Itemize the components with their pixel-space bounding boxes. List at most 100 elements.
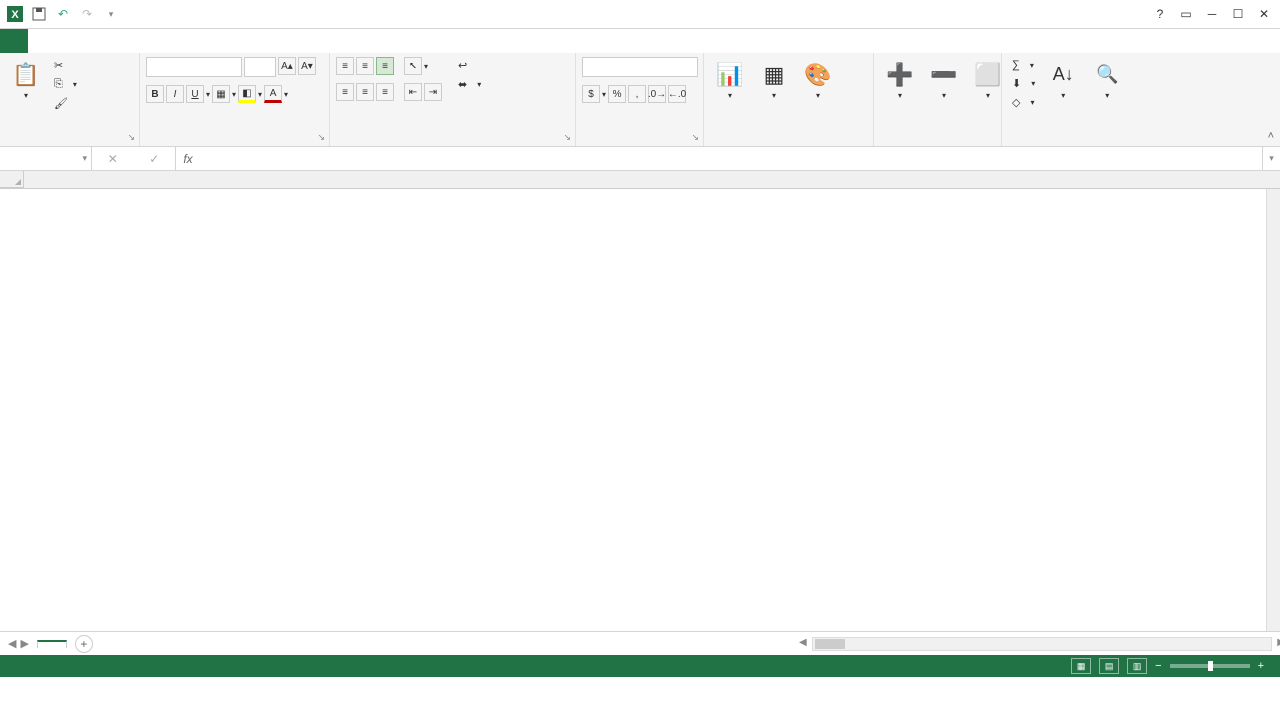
increase-font-icon[interactable]: A▴ [278, 57, 296, 75]
align-top-icon[interactable]: ≡ [336, 57, 354, 75]
find-select-button[interactable]: 🔍▾ [1087, 57, 1127, 103]
fill-color-button[interactable]: ◧ [238, 85, 256, 103]
italic-button[interactable]: I [166, 85, 184, 103]
sign-in-link[interactable] [1256, 29, 1280, 53]
align-bottom-icon[interactable]: ≡ [376, 57, 394, 75]
number-launcher-icon[interactable]: ↘ [691, 132, 699, 143]
autosum-button[interactable]: ∑▾ [1008, 57, 1039, 73]
enter-formula-icon: ✓ [149, 152, 159, 166]
sheet-tabs-bar: ◀ ▶ + ◀ ▶ [0, 631, 1280, 655]
align-left-icon[interactable]: ≡ [336, 83, 354, 101]
cells-group: ➕▾ ➖▾ ⬜▾ [874, 53, 1002, 146]
name-box[interactable]: ▾ [0, 147, 92, 170]
undo-icon[interactable]: ↶ [52, 3, 74, 25]
horizontal-scrollbar[interactable]: ◀ ▶ [812, 637, 1272, 651]
tab-scroll-left-icon[interactable]: ◀ [8, 637, 16, 650]
alignment-launcher-icon[interactable]: ↘ [563, 132, 571, 143]
font-size-select[interactable] [244, 57, 276, 77]
comma-icon[interactable]: , [628, 85, 646, 103]
accounting-icon[interactable]: $ [582, 85, 600, 103]
eraser-icon: ◇ [1012, 96, 1020, 109]
ribbon: 📋▾ ✂ ⎘▾ 🖌 ↘ A▴ A▾ B I U ▾ ▦ ▾ [0, 53, 1280, 147]
number-group: $ ▾ % , .0→ ←.0 ↘ [576, 53, 704, 146]
vertical-scrollbar[interactable] [1266, 189, 1280, 631]
format-painter-button[interactable]: 🖌 [50, 95, 81, 112]
sigma-icon: ∑ [1012, 59, 1020, 71]
status-bar: ▦ ▤ ▥ − + [0, 655, 1280, 677]
align-center-icon[interactable]: ≡ [356, 83, 374, 101]
normal-view-icon[interactable]: ▦ [1071, 658, 1091, 674]
maximize-icon[interactable]: ☐ [1226, 4, 1250, 24]
sort-filter-button[interactable]: A↓▾ [1043, 57, 1083, 103]
decrease-decimal-icon[interactable]: ←.0 [668, 85, 686, 103]
merge-icon: ⬌ [458, 78, 467, 91]
redo-icon[interactable]: ↷ [76, 3, 98, 25]
font-launcher-icon[interactable]: ↘ [317, 132, 325, 143]
sheet-tab[interactable] [37, 640, 67, 648]
insert-cells-button[interactable]: ➕▾ [880, 57, 920, 103]
conditional-formatting-button[interactable]: 📊▾ [710, 57, 750, 103]
align-right-icon[interactable]: ≡ [376, 83, 394, 101]
styles-group: 📊▾ ▦▾ 🎨▾ [704, 53, 874, 146]
page-break-view-icon[interactable]: ▥ [1127, 658, 1147, 674]
clipboard-launcher-icon[interactable]: ↘ [127, 132, 135, 143]
increase-indent-icon[interactable]: ⇥ [424, 83, 442, 101]
minimize-icon[interactable]: ─ [1200, 4, 1224, 24]
tab-scroll-right-icon[interactable]: ▶ [20, 637, 28, 650]
scissors-icon: ✂ [54, 59, 63, 72]
page-layout-view-icon[interactable]: ▤ [1099, 658, 1119, 674]
formula-input[interactable] [200, 147, 1262, 170]
spreadsheet-grid [0, 171, 1280, 631]
delete-cells-button[interactable]: ➖▾ [924, 57, 964, 103]
align-middle-icon[interactable]: ≡ [356, 57, 374, 75]
fx-icon[interactable]: fx [176, 147, 200, 170]
brush-icon: 🖌 [54, 97, 68, 110]
fill-button[interactable]: ⬇▾ [1008, 75, 1039, 92]
font-name-select[interactable] [146, 57, 242, 77]
ribbon-tabs [0, 29, 1280, 53]
zoom-in-icon[interactable]: + [1258, 660, 1264, 672]
wrap-text-button[interactable]: ↩ [454, 57, 485, 74]
ribbon-options-icon[interactable]: ▭ [1174, 4, 1198, 24]
cut-button[interactable]: ✂ [50, 57, 81, 74]
bold-button[interactable]: B [146, 85, 164, 103]
decrease-font-icon[interactable]: A▾ [298, 57, 316, 75]
file-tab[interactable] [0, 29, 28, 53]
decrease-indent-icon[interactable]: ⇤ [404, 83, 422, 101]
orientation-icon[interactable]: ⭦ [404, 57, 422, 75]
expand-formula-bar-icon[interactable]: ▾ [1262, 147, 1280, 170]
fill-icon: ⬇ [1012, 77, 1021, 90]
font-color-button[interactable]: A [264, 85, 282, 103]
cell-styles-button[interactable]: 🎨▾ [798, 57, 838, 103]
collapse-ribbon-icon[interactable]: ˄ [1268, 130, 1274, 142]
paste-button[interactable]: 📋▾ [6, 57, 46, 103]
increase-decimal-icon[interactable]: .0→ [648, 85, 666, 103]
cancel-formula-icon: ✕ [108, 152, 118, 166]
merge-center-button[interactable]: ⬌▾ [454, 76, 485, 93]
copy-button[interactable]: ⎘▾ [50, 76, 81, 93]
add-sheet-button[interactable]: + [75, 635, 93, 653]
editing-group: ∑▾ ⬇▾ ◇▾ A↓▾ 🔍▾ [1002, 53, 1194, 146]
percent-icon[interactable]: % [608, 85, 626, 103]
clipboard-group: 📋▾ ✂ ⎘▾ 🖌 ↘ [0, 53, 140, 146]
help-icon[interactable]: ? [1148, 4, 1172, 24]
formula-bar: ▾ ✕ ✓ fx ▾ [0, 147, 1280, 171]
qat-customize-icon[interactable]: ▾ [100, 3, 122, 25]
svg-text:X: X [11, 9, 19, 21]
zoom-slider[interactable] [1170, 664, 1250, 668]
zoom-out-icon[interactable]: − [1155, 660, 1161, 672]
clear-button[interactable]: ◇▾ [1008, 94, 1039, 111]
save-icon[interactable] [28, 3, 50, 25]
select-all-corner[interactable] [0, 171, 24, 188]
border-button[interactable]: ▦ [212, 85, 230, 103]
number-format-select[interactable] [582, 57, 698, 77]
format-as-table-button[interactable]: ▦▾ [754, 57, 794, 103]
font-group: A▴ A▾ B I U ▾ ▦ ▾ ◧ ▾ A ▾ ↘ [140, 53, 330, 146]
underline-button[interactable]: U [186, 85, 204, 103]
close-icon[interactable]: ✕ [1252, 4, 1276, 24]
excel-icon[interactable]: X [4, 3, 26, 25]
chevron-down-icon[interactable]: ▾ [82, 153, 87, 164]
wrap-icon: ↩ [458, 59, 467, 72]
alignment-group: ≡ ≡ ≡ ⭦ ▾ ≡ ≡ ≡ ⇤ ⇥ ↩ ⬌▾ [330, 53, 576, 146]
copy-icon: ⎘ [54, 78, 63, 91]
